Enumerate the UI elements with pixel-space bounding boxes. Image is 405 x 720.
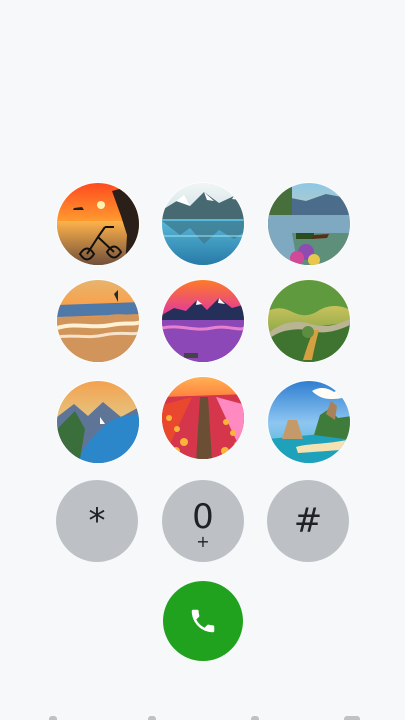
key-9-rock-coast[interactable] xyxy=(267,380,351,464)
key-5-mountain-sunset[interactable] xyxy=(161,279,245,363)
key-7-image xyxy=(57,381,139,463)
bottom-nav-item xyxy=(148,716,156,720)
key-6-green-path[interactable] xyxy=(267,279,351,363)
bottom-nav-item xyxy=(344,716,360,720)
bottom-nav-item xyxy=(49,716,57,720)
key-2-image xyxy=(162,183,244,265)
key-9-image xyxy=(268,381,350,463)
key-2-mountain-lake[interactable] xyxy=(161,182,245,266)
key-hash-label: # xyxy=(293,501,323,541)
key-5-image xyxy=(162,280,244,362)
key-8-image xyxy=(162,377,244,459)
key-star-label: * xyxy=(88,501,106,541)
key-6-image xyxy=(268,280,350,362)
key-4-image xyxy=(57,280,139,362)
key-zero[interactable]: 0 + xyxy=(162,480,244,562)
key-zero-label: 0 xyxy=(192,497,214,537)
key-hash[interactable]: # xyxy=(267,480,349,562)
phone-icon xyxy=(191,609,215,633)
key-zero-sublabel: + xyxy=(196,532,210,551)
bottom-navigation-hint xyxy=(0,704,405,720)
key-4-beach-sunset[interactable] xyxy=(56,279,140,363)
key-3-lake-flowers[interactable] xyxy=(267,182,351,266)
key-1-sunset-bike[interactable] xyxy=(56,182,140,266)
key-7-river-valley[interactable] xyxy=(56,380,140,464)
key-3-image xyxy=(268,183,350,265)
dialer-keypad: * 0 + # xyxy=(0,0,405,720)
key-8-tulip-field[interactable] xyxy=(161,376,245,460)
key-star[interactable]: * xyxy=(56,480,138,562)
key-1-image xyxy=(57,183,139,265)
call-button[interactable] xyxy=(163,581,243,661)
bottom-nav-item xyxy=(251,716,259,720)
